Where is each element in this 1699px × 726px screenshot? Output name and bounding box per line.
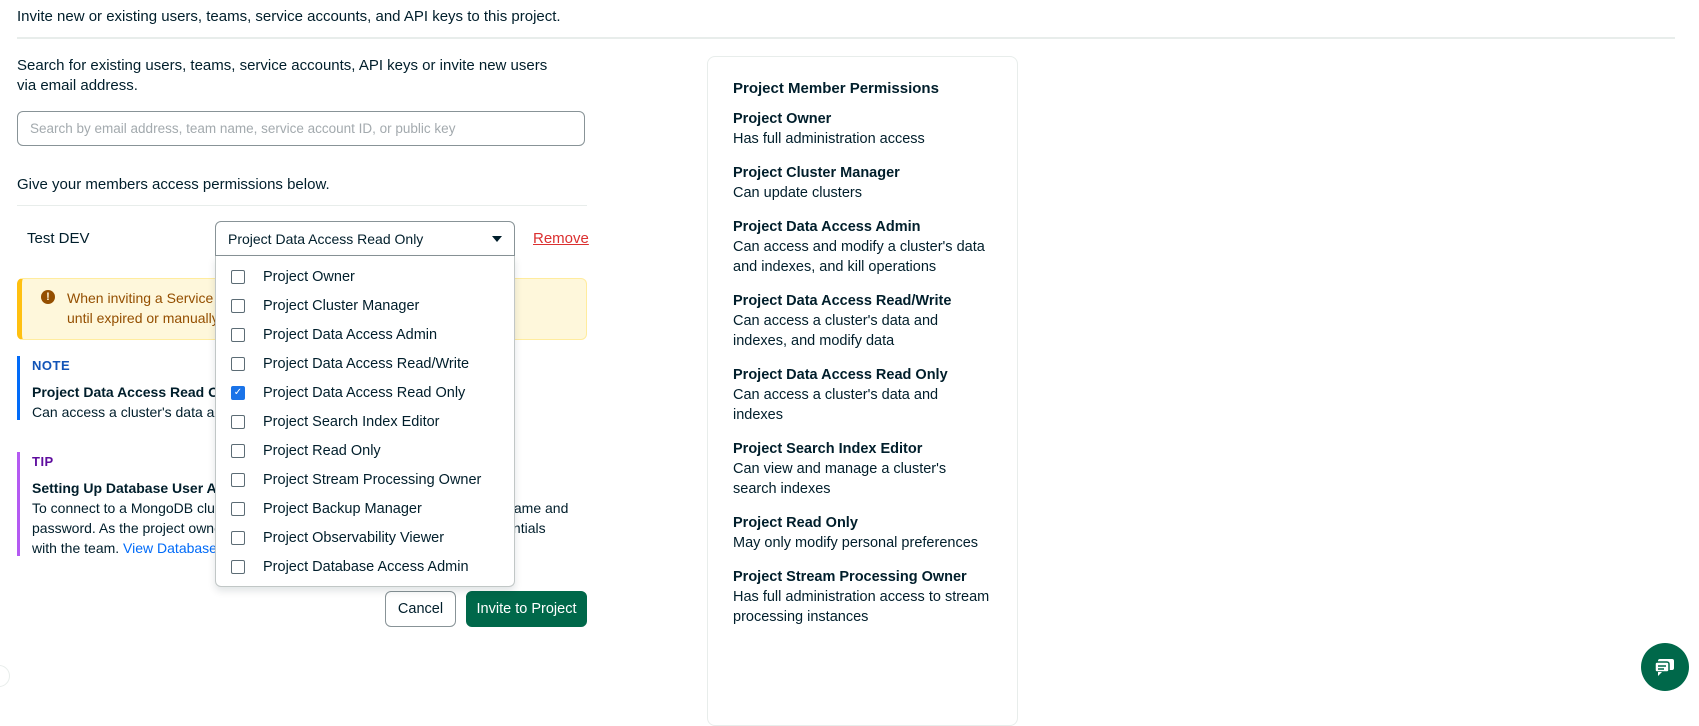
role-option-data-access-admin[interactable]: Project Data Access Admin [216,320,514,349]
role-option-cluster-manager[interactable]: Project Cluster Manager [216,291,514,320]
header-divider [17,37,1675,39]
checkbox-icon[interactable] [231,559,245,574]
remove-member-link[interactable]: Remove [533,230,589,247]
permission-item: Project Data Access Read Only Can access … [733,367,948,423]
role-option-stream-processing-owner[interactable]: Project Stream Processing Owner [216,465,514,494]
invite-to-project-button[interactable]: Invite to Project [466,591,587,627]
permission-item: Project Search Index Editor Can view and … [733,441,947,497]
checkbox-icon[interactable] [231,443,245,458]
role-option-search-index-editor[interactable]: Project Search Index Editor [216,407,514,436]
warning-icon: ! [41,290,55,304]
role-option-data-access-read-only[interactable]: ✓ Project Data Access Read Only [216,378,514,407]
view-database-link[interactable]: View Database [123,540,217,556]
checkbox-icon[interactable] [231,472,245,487]
permissions-panel: Project Member Permissions Project Owner… [707,56,1018,726]
role-option-data-access-read-write[interactable]: Project Data Access Read/Write [216,349,514,378]
panel-title: Project Member Permissions [733,80,939,97]
role-option-observability-viewer[interactable]: Project Observability Viewer [216,523,514,552]
role-option-database-access-admin[interactable]: Project Database Access Admin [216,552,514,581]
checkbox-icon[interactable] [231,530,245,545]
role-select[interactable]: Project Data Access Read Only [215,221,515,256]
role-option-backup-manager[interactable]: Project Backup Manager [216,494,514,523]
permissions-divider [17,205,587,206]
cancel-button[interactable]: Cancel [385,591,456,627]
checkbox-icon[interactable] [231,356,245,371]
page-intro: Invite new or existing users, teams, ser… [17,8,561,25]
role-option-project-owner[interactable]: Project Owner [216,262,514,291]
search-description: Search for existing users, teams, servic… [17,57,548,94]
checkbox-icon[interactable] [231,414,245,429]
permission-item: Project Data Access Admin Can access and … [733,219,985,275]
permission-item: Project Read Only May only modify persona… [733,515,979,551]
chat-support-button[interactable] [1641,643,1689,691]
side-toggle-handle[interactable] [0,665,10,687]
caret-down-icon [492,235,502,242]
permission-item: Project Data Access Read/Write Can access… [733,293,952,349]
member-name: Test DEV [27,230,90,247]
checkbox-icon[interactable] [231,269,245,284]
checkbox-icon[interactable] [231,501,245,516]
checkbox-checked-icon[interactable]: ✓ [231,385,245,400]
invite-form: Search for existing users, teams, servic… [17,56,589,627]
search-input[interactable] [17,111,585,146]
role-select-value: Project Data Access Read Only [228,230,424,247]
permission-item: Project Cluster Manager Can update cluste… [733,165,900,201]
role-dropdown-menu: Project Owner Project Cluster Manager Pr… [215,256,515,587]
checkbox-icon[interactable] [231,298,245,313]
permission-item: Project Owner Has full administration acc… [733,111,925,147]
checkbox-icon[interactable] [231,327,245,342]
role-option-read-only[interactable]: Project Read Only [216,436,514,465]
permissions-prompt: Give your members access permissions bel… [17,176,330,193]
permission-item: Project Stream Processing Owner Has full … [733,569,990,625]
chat-icon [1654,659,1674,676]
